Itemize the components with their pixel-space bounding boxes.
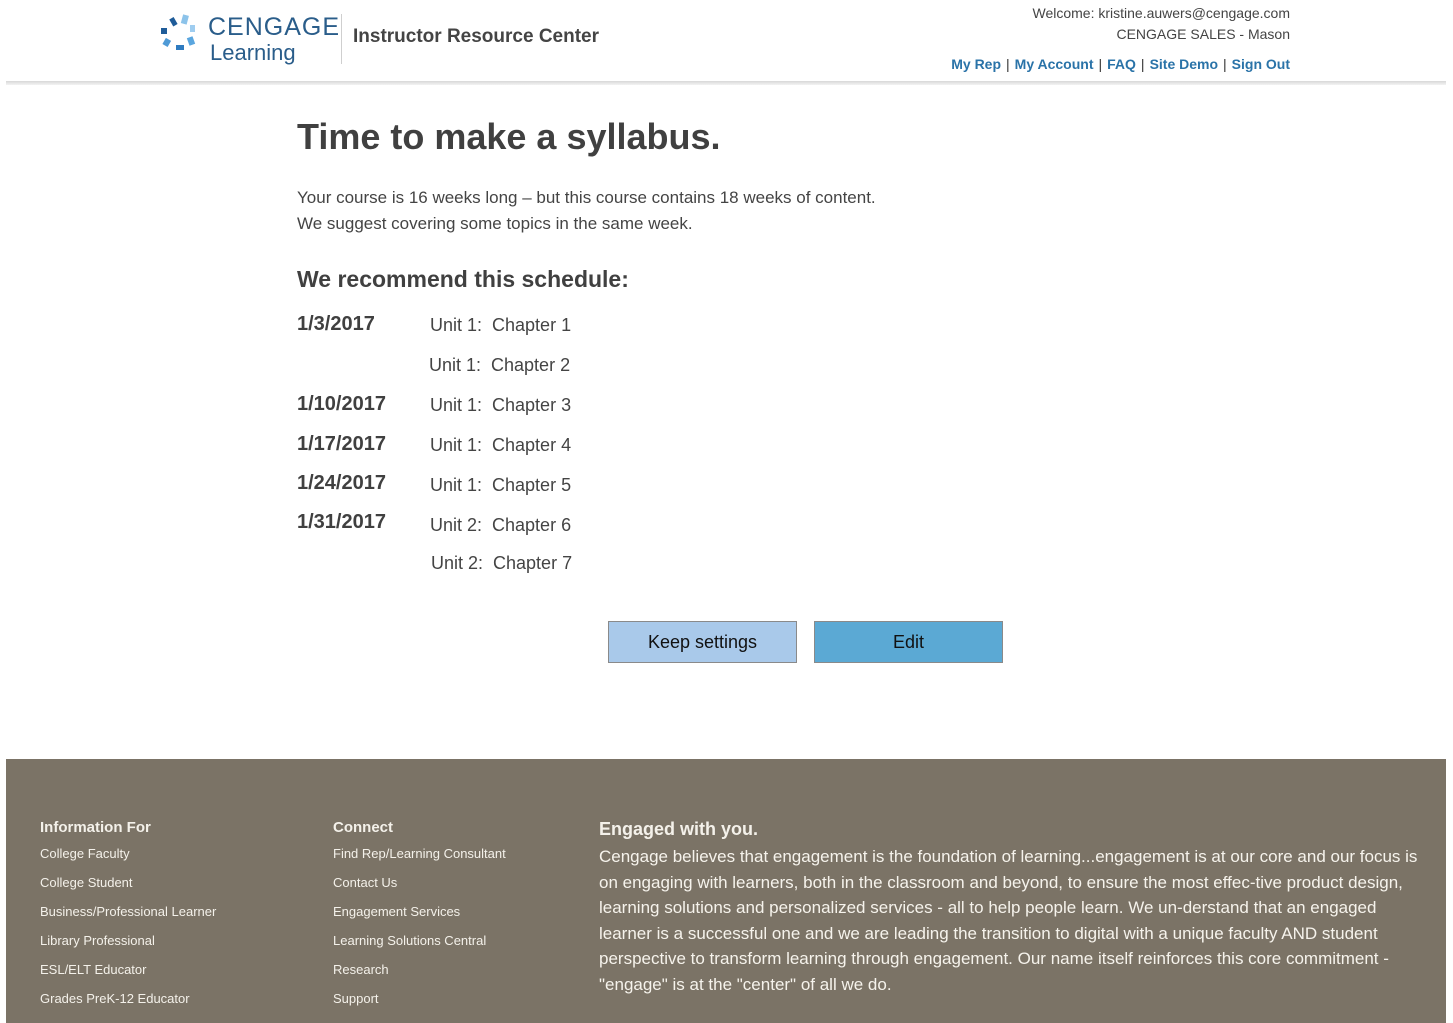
logo-wordmark-line2: Learning bbox=[210, 40, 296, 65]
site-title: Instructor Resource Center bbox=[353, 26, 600, 47]
page-title: Time to make a syllabus. bbox=[297, 116, 721, 157]
footer-connect: Connect Find Rep/Learning Consultant Con… bbox=[333, 819, 506, 1020]
schedule-heading: We recommend this schedule: bbox=[297, 266, 629, 292]
logo-divider bbox=[341, 14, 342, 64]
intro-line-2: We suggest covering some topics in the s… bbox=[297, 214, 693, 233]
keep-settings-button[interactable]: Keep settings bbox=[608, 621, 797, 663]
schedule-topic: Unit 1: Chapter 2 bbox=[429, 355, 571, 375]
footer-link-learning-solutions[interactable]: Learning Solutions Central bbox=[333, 933, 506, 962]
footer-link-college-student[interactable]: College Student bbox=[40, 875, 216, 904]
footer-link-research[interactable]: Research bbox=[333, 962, 506, 991]
schedule-topic: Unit 1: Chapter 4 bbox=[430, 435, 572, 455]
footer-heading: Connect bbox=[333, 819, 393, 836]
schedule-date: 1/24/2017 bbox=[297, 472, 386, 494]
nav-separator: | bbox=[1006, 56, 1010, 72]
top-navigation: My Rep | My Account | FAQ | Site Demo | Sign Out bbox=[951, 56, 1290, 72]
footer-information-for: Information For College Faculty College … bbox=[40, 819, 216, 1020]
footer-link-esl-elt-educator[interactable]: ESL/ELT Educator bbox=[40, 962, 216, 991]
schedule-topic: Unit 1: Chapter 3 bbox=[430, 395, 572, 415]
nav-my-account-link[interactable]: My Account bbox=[1015, 56, 1094, 72]
footer-heading: Information For bbox=[40, 819, 151, 836]
user-info: Welcome: kristine.auwers@cengage.com CEN… bbox=[1032, 3, 1290, 45]
welcome-text: Welcome: kristine.auwers@cengage.com bbox=[1032, 5, 1290, 21]
schedule-date: 1/3/2017 bbox=[297, 313, 375, 335]
footer-link-find-rep[interactable]: Find Rep/Learning Consultant bbox=[333, 846, 506, 875]
cengage-logo-mark-icon bbox=[161, 14, 196, 50]
user-org: CENGAGE SALES - Mason bbox=[1116, 26, 1290, 42]
footer-link-support[interactable]: Support bbox=[333, 991, 506, 1020]
footer-link-library-professional[interactable]: Library Professional bbox=[40, 933, 216, 962]
nav-faq-link[interactable]: FAQ bbox=[1107, 56, 1136, 72]
schedule-date: 1/17/2017 bbox=[297, 433, 386, 455]
nav-my-rep-link[interactable]: My Rep bbox=[951, 56, 1001, 72]
schedule-topic: Unit 2: Chapter 6 bbox=[430, 515, 572, 535]
footer-link-college-faculty[interactable]: College Faculty bbox=[40, 846, 216, 875]
footer-engaged-heading: Engaged with you. bbox=[599, 819, 759, 839]
footer-link-contact-us[interactable]: Contact Us bbox=[333, 875, 506, 904]
footer-link-engagement-services[interactable]: Engagement Services bbox=[333, 904, 506, 933]
logo-wordmark-line1: CENGAGE bbox=[208, 13, 341, 41]
cengage-logo[interactable]: CENGAGE Learning bbox=[158, 13, 341, 71]
footer-link-business-professional[interactable]: Business/Professional Learner bbox=[40, 904, 216, 933]
footer-link-prek12-educator[interactable]: Grades PreK-12 Educator bbox=[40, 991, 216, 1020]
nav-separator: | bbox=[1223, 56, 1227, 72]
schedule-date: 1/31/2017 bbox=[297, 511, 386, 533]
schedule-date: 1/10/2017 bbox=[297, 393, 386, 415]
schedule-topic: Unit 2: Chapter 7 bbox=[431, 553, 573, 573]
nav-separator: | bbox=[1140, 56, 1145, 72]
nav-sign-out-link[interactable]: Sign Out bbox=[1232, 56, 1290, 72]
site-footer: Information For College Faculty College … bbox=[6, 759, 1446, 1023]
footer-engaged: Engaged with you. Cengage believes that … bbox=[599, 819, 1419, 997]
nav-site-demo-link[interactable]: Site Demo bbox=[1150, 56, 1218, 72]
course-length-message: Your course is 16 weeks long – but this … bbox=[297, 185, 876, 237]
edit-button[interactable]: Edit bbox=[814, 621, 1003, 663]
header-divider bbox=[6, 81, 1446, 85]
intro-line-1: Your course is 16 weeks long – but this … bbox=[297, 188, 876, 207]
footer-engaged-text: Cengage believes that engagement is the … bbox=[599, 847, 1418, 994]
schedule-topic: Unit 1: Chapter 5 bbox=[430, 475, 572, 495]
nav-separator: | bbox=[1098, 56, 1103, 72]
schedule-topic: Unit 1: Chapter 1 bbox=[430, 315, 572, 335]
